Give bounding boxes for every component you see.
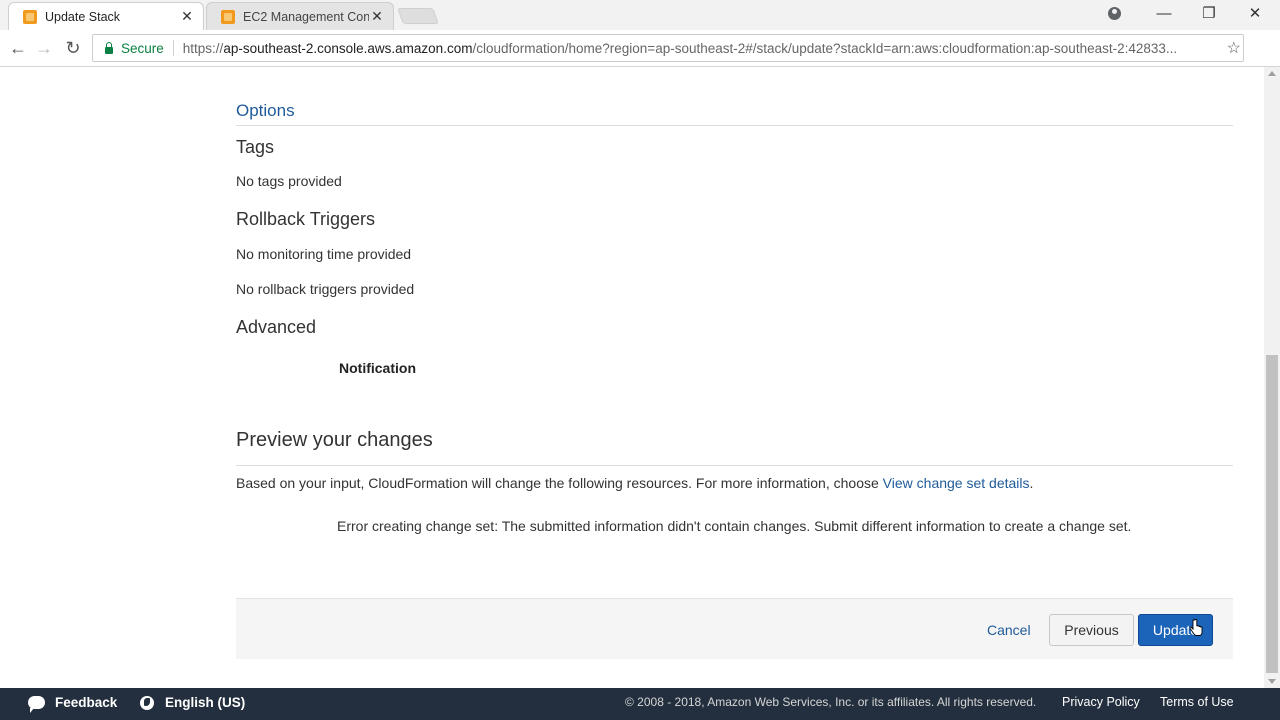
scroll-down-icon[interactable] [1268,679,1276,684]
cancel-button[interactable]: Cancel [987,622,1031,638]
secure-label: Secure [121,40,164,56]
change-set-error-message: Error creating change set: The submitted… [337,518,1132,534]
feedback-button[interactable]: Feedback [28,695,118,713]
previous-button[interactable]: Previous [1049,614,1134,646]
browser-tab-bar: Update Stack ✕ EC2 Management Conso ✕ — … [0,0,1280,30]
feedback-label: Feedback [55,695,118,710]
divider [172,40,174,56]
hand-cursor-icon [1189,619,1203,636]
preview-description-text: Based on your input, CloudFormation will… [236,475,883,491]
language-label: English (US) [165,695,246,710]
reload-icon[interactable]: ↻ [61,36,85,60]
window-close-icon[interactable]: ✕ [1232,0,1278,30]
divider [236,465,1233,466]
preview-description: Based on your input, CloudFormation will… [236,475,1033,491]
privacy-policy-link[interactable]: Privacy Policy [1062,695,1140,709]
bookmark-star-icon[interactable]: ☆ [1227,38,1241,58]
rollback-triggers-value: No rollback triggers provided [236,281,415,297]
forward-arrow-icon[interactable]: → [32,36,56,60]
language-selector[interactable]: English (US) [140,695,245,710]
lock-icon [105,41,113,54]
copyright-text: © 2008 - 2018, Amazon Web Services, Inc.… [625,695,1037,709]
tags-value: No tags provided [236,173,342,189]
browser-toolbar: ← → ↻ Secure https://ap-southeast-2.cons… [0,30,1280,85]
rollback-triggers-heading: Rollback Triggers [236,209,376,229]
new-tab-button[interactable] [397,8,439,24]
profile-icon[interactable] [1096,0,1132,30]
url-scheme: https:// [182,40,224,56]
preview-changes-heading: Preview your changes [236,429,433,451]
scrollbar-thumb[interactable] [1266,355,1278,673]
advanced-heading: Advanced [236,317,317,337]
close-icon[interactable]: ✕ [179,8,195,25]
wizard-actions-bar: Cancel Previous Update [236,598,1233,659]
page-content: Options Tags No tags provided Rollback T… [0,67,1264,688]
options-section-heading[interactable]: Options [236,101,295,121]
tab-title: Update Stack [45,9,121,24]
url-domain: ap-southeast-2.console.aws.amazon.com [223,40,473,56]
url-path: /cloudformation/home?region=ap-southeast… [472,40,1178,56]
monitoring-time-value: No monitoring time provided [236,246,412,262]
vertical-scrollbar[interactable] [1264,67,1280,688]
globe-icon [140,695,154,710]
terms-of-use-link[interactable]: Terms of Use [1160,695,1234,709]
notification-label: Notification [339,360,416,376]
speech-bubble-icon [28,696,45,713]
tab-ec2-management-console[interactable]: EC2 Management Conso ✕ [206,2,394,30]
preview-description-suffix: . [1029,475,1034,491]
scroll-up-icon[interactable] [1268,71,1276,76]
url-text: https://ap-southeast-2.console.aws.amazo… [183,41,1243,56]
view-change-set-details-link[interactable]: View change set details [883,475,1030,491]
back-arrow-icon[interactable]: ← [6,36,30,60]
restore-icon[interactable]: ❐ [1186,0,1232,30]
divider [236,125,1233,126]
address-bar[interactable]: Secure https://ap-southeast-2.console.aw… [92,34,1244,62]
close-icon[interactable]: ✕ [369,8,385,25]
tab-title: EC2 Management Conso [243,9,369,24]
tags-heading: Tags [236,137,275,157]
minimize-icon[interactable]: — [1141,0,1187,30]
console-footer: Feedback English (US) © 2008 - 2018, Ama… [0,688,1280,720]
tab-update-stack[interactable]: Update Stack ✕ [8,2,204,30]
aws-favicon-icon [221,9,235,24]
aws-favicon-icon [23,9,37,24]
